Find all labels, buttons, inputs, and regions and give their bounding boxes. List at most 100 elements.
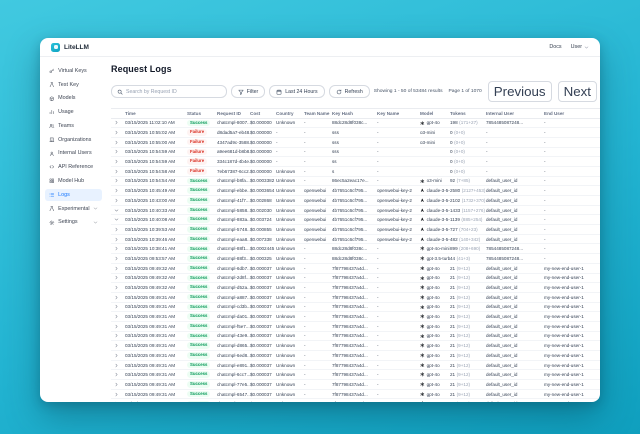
cell-key-hash[interactable]: 7f87798437a4d... (332, 295, 377, 300)
expand-row-button[interactable] (111, 208, 125, 213)
cell-request-id[interactable]: chatcmpl-43e9... (217, 333, 250, 338)
time-range-button[interactable]: Last 24 Hours (269, 85, 324, 98)
expand-row-button[interactable] (111, 392, 125, 397)
cell-request-id[interactable]: a9ee681d-b8b8... (217, 149, 250, 154)
expand-row-button[interactable] (111, 333, 125, 338)
sidebar-item-teams[interactable]: Teams (45, 120, 102, 132)
expand-row-button[interactable] (111, 324, 125, 329)
cell-request-id[interactable]: 7eb67387-6cc2... (217, 169, 250, 174)
cell-request-id[interactable]: chatcmpl-f5e7... (217, 324, 250, 329)
cell-key-hash[interactable]: 4b7651c6cf795... (332, 237, 377, 242)
sidebar-item-virtual-keys[interactable]: Virtual Keys (45, 65, 102, 77)
expand-row-button[interactable] (111, 382, 125, 387)
expand-row-button[interactable] (111, 120, 125, 125)
sidebar-item-test-key[interactable]: Test Key (45, 79, 102, 91)
table-row[interactable]: 03/15/2025 09:49:31 AMSuccesschatcmpl-e8… (111, 361, 600, 371)
table-row[interactable]: 03/15/2025 10:43:00 AMSuccesschatcmpl-41… (111, 196, 600, 206)
cell-request-id[interactable]: chatcmpl-e891... (217, 363, 250, 368)
cell-request-id[interactable]: chatcmpl-88f3... (217, 256, 250, 261)
table-row[interactable]: 03/15/2025 09:49:32 AMSuccesschatcmpl-2d… (111, 274, 600, 284)
expand-row-button[interactable] (111, 140, 125, 145)
refresh-button[interactable]: Refresh (329, 85, 370, 98)
cell-request-id[interactable]: d8dad5a7-eb48... (217, 130, 250, 135)
table-row[interactable]: 03/15/2025 09:49:31 AMSuccesschatcmpl-43… (111, 332, 600, 342)
cell-request-id[interactable]: chatcmpl-da01... (217, 314, 250, 319)
expand-row-button[interactable] (111, 246, 125, 251)
table-row[interactable]: 03/15/2025 10:45:49 AMSuccesschatcmpl-eb… (111, 186, 600, 196)
column-header-country[interactable]: Country (276, 111, 304, 116)
cell-key-hash[interactable]: 88dc28d8f038c... (332, 246, 377, 251)
cell-request-id[interactable]: chatcmpl-eaa8... (217, 237, 250, 242)
cell-request-id[interactable]: chatcmpl-8007... (217, 120, 250, 125)
cell-key-hash[interactable]: 4b7651c6cf795... (332, 198, 377, 203)
expand-row-button[interactable] (111, 343, 125, 348)
cell-key-hash[interactable]: sss (332, 140, 377, 145)
cell-key-hash[interactable]: 4b7651c6cf795... (332, 227, 377, 232)
expand-row-button[interactable] (111, 227, 125, 232)
cell-key-hash[interactable]: 86ec5a2eac17e... (332, 178, 377, 183)
cell-request-id[interactable]: chatcmpl-d865... (217, 343, 250, 348)
expand-row-button[interactable] (111, 363, 125, 368)
cell-key-hash[interactable]: 7f87798437a4d... (332, 266, 377, 271)
table-row[interactable]: 03/15/2025 09:53:57 AMSuccesschatcmpl-88… (111, 254, 600, 264)
expand-row-button[interactable] (111, 217, 125, 222)
sidebar-item-experimental[interactable]: Experimental (45, 203, 102, 215)
table-row[interactable]: 03/15/2025 09:49:32 AMSuccesschatcmpl-6d… (111, 264, 600, 274)
cell-request-id[interactable]: chatcmpl-6db7... (217, 266, 250, 271)
cell-key-hash[interactable]: ss (332, 159, 377, 164)
search-box[interactable] (111, 85, 227, 98)
column-header-end-user[interactable]: End User (544, 111, 592, 116)
table-row[interactable]: 03/15/2025 11:02:10 AMSuccesschatcmpl-80… (111, 119, 600, 129)
table-row[interactable]: 03/15/2025 10:39:46 AMSuccesschatcmpl-ea… (111, 235, 600, 245)
cell-request-id[interactable]: chatcmpl-5748... (217, 227, 250, 232)
table-row[interactable]: 03/15/2025 10:55:00 AMFailure4347ad9c-35… (111, 138, 600, 148)
cell-key-hash[interactable]: 7f87798437a4d... (332, 304, 377, 309)
expand-row-button[interactable] (111, 275, 125, 280)
table-row[interactable]: 03/15/2025 09:49:32 AMSuccesschatcmpl-d5… (111, 283, 600, 293)
cell-key-hash[interactable]: 88dc28d8f038c... (332, 256, 377, 261)
cell-key-hash[interactable]: 4b7651c6cf795... (332, 188, 377, 193)
cell-key-hash[interactable]: 7f87798437a4d... (332, 285, 377, 290)
expand-row-button[interactable] (111, 304, 125, 309)
table-row[interactable]: 03/15/2025 09:49:31 AMSuccesschatcmpl-f5… (111, 322, 600, 332)
column-header-key-name[interactable]: Key Name (377, 111, 420, 116)
column-header-status[interactable]: Status (187, 111, 217, 116)
sidebar-item-models[interactable]: Models (45, 93, 102, 105)
cell-request-id[interactable]: chatcmpl-6547... (217, 392, 250, 397)
expand-row-button[interactable] (111, 285, 125, 290)
column-header-key-hash[interactable]: Key Hash (332, 111, 377, 116)
cell-key-hash[interactable]: 7f87798437a4d... (332, 392, 377, 397)
expand-row-button[interactable] (111, 314, 125, 319)
sidebar-item-logs[interactable]: Logs (45, 189, 102, 201)
cell-key-hash[interactable]: 7f87798437a4d... (332, 401, 377, 402)
sidebar-item-internal-users[interactable]: Internal Users (45, 148, 102, 160)
docs-link[interactable]: Docs (549, 44, 561, 50)
next-page-button[interactable]: Next (558, 81, 597, 102)
expand-row-button[interactable] (111, 353, 125, 358)
expand-row-button[interactable] (111, 159, 125, 164)
cell-key-hash[interactable]: 7f87798437a4d... (332, 324, 377, 329)
cell-request-id[interactable]: chatcmpl-a887... (217, 295, 250, 300)
column-header-internal-user[interactable]: Internal User (486, 111, 544, 116)
sidebar-item-model-hub[interactable]: Model Hub (45, 175, 102, 187)
table-row[interactable]: 03/15/2025 09:49:31 AMSuccesschatcmpl-d8… (111, 341, 600, 351)
cell-request-id[interactable]: 4347ad9c-3588... (217, 140, 250, 145)
cell-request-id[interactable]: 334c187d-4b4e... (217, 159, 250, 164)
expand-row-button[interactable] (111, 256, 125, 261)
cell-key-hash[interactable]: 7f87798437a4d... (332, 372, 377, 377)
expand-row-button[interactable] (111, 237, 125, 242)
table-row[interactable]: 03/15/2025 09:49:31 AMSuccesschatcmpl-89… (111, 399, 600, 402)
cell-key-hash[interactable]: sss (332, 130, 377, 135)
cell-key-hash[interactable]: 7f87798437a4d... (332, 314, 377, 319)
cell-key-hash[interactable]: 7f87798437a4d... (332, 275, 377, 280)
cell-request-id[interactable]: chatcmpl-8968... (217, 401, 250, 402)
column-header-model[interactable]: Model (420, 111, 450, 116)
cell-key-hash[interactable]: 7f87798437a4d... (332, 333, 377, 338)
table-row[interactable]: 03/15/2025 10:39:53 AMSuccesschatcmpl-57… (111, 225, 600, 235)
filter-button[interactable]: Filter (231, 85, 266, 98)
table-row[interactable]: 03/15/2025 09:49:31 AMSuccesschatcmpl-65… (111, 390, 600, 400)
table-row[interactable]: 03/15/2025 09:49:31 AMSuccesschatcmpl-cd… (111, 303, 600, 313)
table-row[interactable]: 03/15/2025 10:40:33 AMSuccesschatcmpl-58… (111, 206, 600, 216)
table-row[interactable]: 03/15/2025 10:54:59 AMFailurea9ee681d-b8… (111, 148, 600, 158)
cell-request-id[interactable]: chatcmpl-6cc7... (217, 372, 250, 377)
